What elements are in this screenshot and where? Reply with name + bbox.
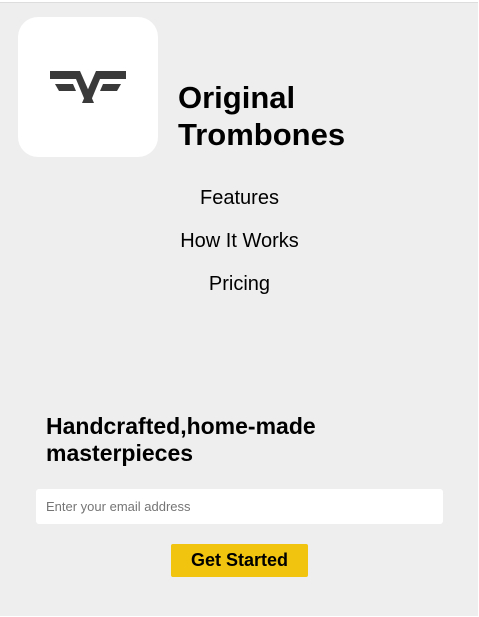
hero-headline-line2: masterpieces — [46, 440, 194, 466]
main-nav: Features How It Works Pricing — [0, 186, 479, 315]
brand-name: Original Trombones — [178, 79, 438, 153]
brand-name-line2: Trombones — [178, 117, 346, 152]
hero-headline-line1: Handcrafted,home-made — [46, 413, 316, 439]
winged-v-logo-icon — [50, 71, 126, 103]
nav-link-pricing[interactable]: Pricing — [0, 272, 479, 296]
page: Original Trombones Features How It Works… — [0, 0, 479, 617]
get-started-button[interactable]: Get Started — [171, 544, 308, 577]
email-input[interactable] — [36, 489, 443, 524]
nav-link-how-it-works[interactable]: How It Works — [0, 229, 479, 253]
logo-card[interactable] — [18, 17, 158, 157]
hero-headline: Handcrafted,home-made masterpieces — [46, 413, 426, 467]
nav-link-features[interactable]: Features — [0, 186, 479, 210]
brand-name-line1: Original — [178, 80, 296, 115]
